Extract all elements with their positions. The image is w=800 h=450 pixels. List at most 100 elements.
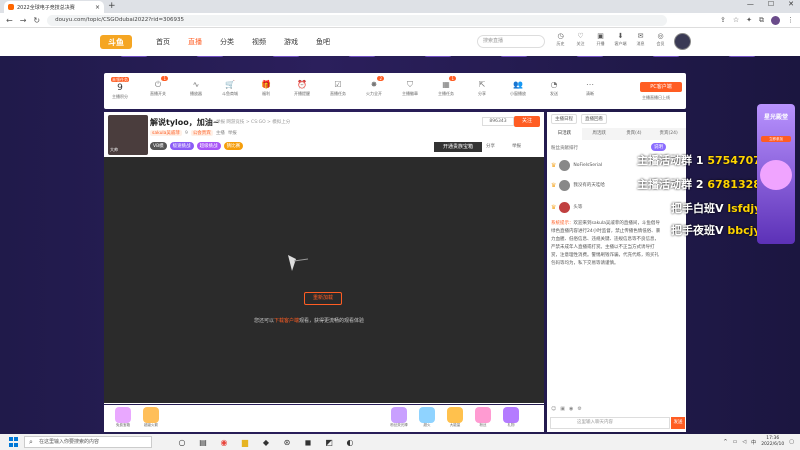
emoji-icon[interactable]: ☺	[551, 406, 556, 412]
history-button[interactable]: ◷ 历史	[553, 32, 568, 47]
gift-item[interactable]: 大能量	[444, 407, 466, 428]
guild-tag[interactable]: 公会贵宾	[190, 130, 213, 136]
task-view-icon[interactable]: ○	[176, 438, 188, 447]
tab-vip[interactable]: 贵宾(4)	[617, 128, 652, 140]
gift-item[interactable]: 超火	[416, 407, 438, 428]
tab-daily[interactable]: 日活跃	[547, 128, 582, 140]
tab-vip-all[interactable]: 贵宾(24)	[651, 128, 686, 140]
promo-button[interactable]: 立即参加	[761, 136, 791, 142]
message-button[interactable]: ✉ 消息	[633, 32, 648, 47]
app2-icon[interactable]: ◼	[302, 438, 314, 447]
notification-icon[interactable]: ▢	[789, 439, 794, 445]
broadcast-button[interactable]: ▣ 开播	[593, 32, 608, 47]
reload-button[interactable]: 重新加载	[304, 292, 342, 305]
steam-icon[interactable]: ⊛	[281, 438, 293, 447]
share-link[interactable]: 分享	[486, 143, 495, 149]
fan-rule-button[interactable]: 说明	[651, 143, 666, 151]
share-icon[interactable]: ⇪	[720, 16, 726, 25]
volume-icon[interactable]: ◁	[742, 439, 746, 445]
network-icon[interactable]: ▭	[733, 439, 738, 445]
app3-icon[interactable]: ◩	[323, 438, 335, 447]
nav-live[interactable]: 直播	[188, 37, 202, 47]
toolbar-item[interactable]: ⋯ 清晰	[576, 80, 604, 97]
toolbar-item[interactable]: 🛒 斗鱼商城	[216, 80, 244, 97]
report-link[interactable]: 举报	[228, 130, 237, 136]
tag-bet[interactable]: 猜比赛	[223, 142, 244, 150]
schedule-button[interactable]: 主播日程	[551, 114, 577, 124]
face-icon[interactable]: ◉	[569, 406, 573, 412]
reload-icon[interactable]: ↻	[33, 16, 40, 25]
taskbar-search[interactable]: 在这里输入你要搜索的内容	[24, 436, 152, 448]
host-link[interactable]: 主播	[216, 130, 225, 136]
toolbar-item[interactable]: ◔ 发送	[540, 80, 568, 97]
new-tab-icon[interactable]: +	[108, 1, 116, 11]
app4-icon[interactable]: ◐	[344, 438, 356, 447]
close-window-icon[interactable]: ✕	[788, 0, 794, 8]
settings-icon[interactable]: ⚙	[577, 406, 581, 412]
toolbar-item[interactable]: ⇱ 分享	[468, 80, 496, 97]
chat-input[interactable]: 这里输入聊天内容	[550, 417, 670, 429]
gift-item[interactable]: 免费宝箱	[112, 407, 134, 428]
ime-indicator[interactable]: 中	[751, 439, 756, 446]
gift-item[interactable]: 粉丝	[472, 407, 494, 428]
user-avatar[interactable]	[674, 33, 691, 50]
profile-avatar[interactable]	[771, 15, 780, 25]
nav-home[interactable]: 首页	[156, 37, 170, 47]
report-link[interactable]: 举报	[512, 143, 521, 149]
nav-fishbar[interactable]: 鱼吧	[316, 37, 330, 47]
close-tab-icon[interactable]: ×	[95, 4, 100, 11]
replay-button[interactable]: 直播回看	[581, 114, 607, 124]
gift-icon[interactable]: ▣	[560, 406, 565, 412]
level-block[interactable]: 未领任务 9 主播积分	[106, 75, 134, 105]
fan-row[interactable]: ♛ NoFielsSerial	[551, 158, 602, 172]
app-icon[interactable]: ◆	[260, 438, 272, 447]
nobility-button[interactable]: 开通贵族宝箱	[434, 142, 482, 152]
site-logo[interactable]: 斗鱼	[100, 35, 132, 49]
tag-super-challenge[interactable]: 超级挑战	[196, 142, 221, 150]
toolbar-item[interactable]: ⛉ 主播徽章	[396, 80, 424, 97]
pc-client-button[interactable]: PC客户端	[640, 82, 682, 92]
toolbar-item[interactable]: ☑ 直播任务	[324, 80, 352, 97]
nav-category[interactable]: 分类	[220, 37, 234, 47]
gift-item[interactable]: 粉丝荧光棒	[388, 407, 410, 428]
toolbar-item[interactable]: 👥 小窗播放	[504, 80, 532, 97]
folder-icon[interactable]: ▆	[239, 438, 251, 447]
puzzle-icon[interactable]: ⧉	[759, 16, 764, 25]
back-icon[interactable]: ←	[6, 16, 13, 25]
promo-banner[interactable]: 星光殿堂 立即参加	[757, 104, 795, 244]
tray-up-icon[interactable]: ^	[723, 439, 727, 445]
site-search-input[interactable]: 搜索直播	[477, 35, 545, 48]
star-icon[interactable]: ☆	[733, 16, 739, 25]
fan-row[interactable]: ♛ 我没有的天哇哈	[551, 178, 605, 192]
file-explorer-icon[interactable]: ▤	[197, 438, 209, 447]
tab-weekly[interactable]: 周活跃	[582, 128, 617, 140]
extension-icon[interactable]: ✦	[746, 16, 752, 25]
start-icon[interactable]	[6, 437, 20, 447]
follow-button[interactable]: 关注	[514, 116, 540, 127]
chrome-icon[interactable]: ◉	[218, 438, 230, 447]
client-button[interactable]: ⬇ 客户端	[613, 32, 628, 47]
nav-games[interactable]: 游戏	[284, 37, 298, 47]
download-client-link[interactable]: 下载客户端	[274, 318, 299, 324]
vip-button[interactable]: ◎ 会员	[653, 32, 668, 47]
follow-list-button[interactable]: ♡ 关注	[573, 32, 588, 47]
toolbar-item[interactable]: ∿ 播放器	[182, 80, 210, 97]
toolbar-item[interactable]: ⏰ 开播提醒	[288, 80, 316, 97]
clock[interactable]: 17:36 2022/6/10	[761, 436, 784, 448]
gift-item[interactable]: 礼物	[500, 407, 522, 428]
tag-vb[interactable]: VB模	[150, 142, 167, 150]
toolbar-item[interactable]: ⏻ 1 直播开关	[144, 76, 172, 97]
stream-category[interactable]: 举报 网游竞技 > CS:GO > 模拟上分	[216, 119, 290, 125]
toolbar-item[interactable]: ▦ 1 主播任务	[432, 76, 460, 97]
tag-challenge[interactable]: 极速挑战	[169, 142, 194, 150]
nav-video[interactable]: 视频	[252, 37, 266, 47]
owner-tag[interactable]: sakula吴戚菲	[150, 130, 182, 136]
maximize-icon[interactable]: ☐	[768, 0, 774, 8]
send-button[interactable]: 发送	[671, 417, 685, 429]
fan-row[interactable]: ♛ 头等	[551, 200, 582, 214]
toolbar-item[interactable]: ✸ 2 火力全开	[360, 76, 388, 97]
toolbar-item[interactable]: 🎁 福利	[252, 80, 280, 97]
gift-item[interactable]: 超级火箭	[140, 407, 162, 428]
streamer-avatar[interactable]: 大帅	[108, 115, 148, 155]
browser-tab[interactable]: 2022全球电子竞技总决赛 ×	[4, 1, 104, 13]
